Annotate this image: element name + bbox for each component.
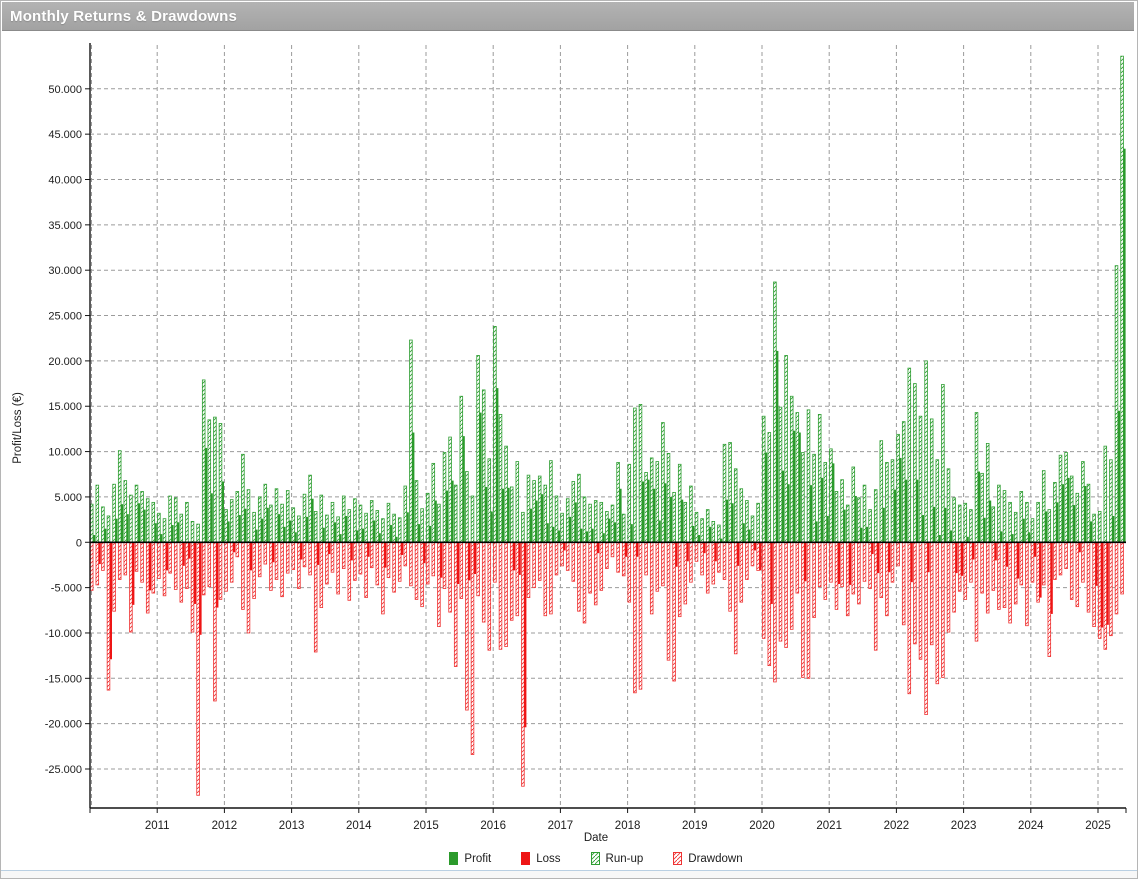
svg-text:0: 0 xyxy=(76,537,82,549)
legend-label-runup: Run-up xyxy=(606,853,644,865)
drawdown-bars xyxy=(90,542,1123,795)
svg-text:-25.000: -25.000 xyxy=(45,764,82,776)
svg-text:-5.000: -5.000 xyxy=(51,583,82,595)
runup-swatch-icon xyxy=(591,852,600,865)
svg-text:2011: 2011 xyxy=(145,820,170,832)
x-tick-labels: 2011 2012 2013 2014 2015 2016 2017 2018 2019 2020… xyxy=(145,820,1111,832)
profit-bars xyxy=(93,149,1126,543)
legend-item-drawdown: Drawdown xyxy=(673,852,742,865)
y-tick-labels: 50.000 45.000 40.000 35.000 30.000 25.000 20.0… xyxy=(45,84,82,776)
svg-text:2019: 2019 xyxy=(682,820,708,832)
svg-text:2022: 2022 xyxy=(884,820,910,832)
vertical-gridlines xyxy=(92,45,1099,808)
svg-text:2015: 2015 xyxy=(413,820,439,832)
drawdown-swatch-icon xyxy=(673,852,682,865)
svg-text:40.000: 40.000 xyxy=(48,175,82,187)
profit-swatch-icon xyxy=(449,852,458,865)
legend-label-drawdown: Drawdown xyxy=(688,853,742,865)
legend: Profit Loss Run-up Drawdown xyxy=(90,852,1102,865)
svg-text:2023: 2023 xyxy=(951,820,977,832)
svg-text:-15.000: -15.000 xyxy=(45,673,82,685)
svg-text:2021: 2021 xyxy=(816,820,842,832)
svg-text:-10.000: -10.000 xyxy=(45,628,82,640)
loss-bars xyxy=(99,542,1109,727)
svg-text:2020: 2020 xyxy=(749,820,775,832)
legend-item-profit: Profit xyxy=(449,852,491,865)
svg-text:-20.000: -20.000 xyxy=(45,719,82,731)
monthly-returns-chart-canvas[interactable]: 50.000 45.000 40.000 35.000 30.000 25.000 20.0… xyxy=(1,1,1138,879)
svg-text:2024: 2024 xyxy=(1018,820,1044,832)
svg-text:2017: 2017 xyxy=(548,820,574,832)
horizontal-gridlines xyxy=(90,89,1126,769)
svg-text:5.000: 5.000 xyxy=(54,492,82,504)
svg-text:50.000: 50.000 xyxy=(48,84,82,96)
svg-text:2012: 2012 xyxy=(212,820,238,832)
svg-text:45.000: 45.000 xyxy=(48,129,82,141)
legend-label-profit: Profit xyxy=(464,853,491,865)
svg-text:10.000: 10.000 xyxy=(48,447,82,459)
legend-label-loss: Loss xyxy=(536,853,560,865)
svg-text:2013: 2013 xyxy=(279,820,305,832)
runup-bars xyxy=(90,56,1123,542)
svg-text:2016: 2016 xyxy=(480,820,506,832)
svg-text:2025: 2025 xyxy=(1085,820,1111,832)
chart-window: Monthly Returns & Drawdowns 50.00045.000… xyxy=(0,0,1138,879)
legend-item-loss: Loss xyxy=(521,852,560,865)
svg-text:35.000: 35.000 xyxy=(48,220,82,232)
svg-text:2018: 2018 xyxy=(615,820,641,832)
svg-text:15.000: 15.000 xyxy=(48,401,82,413)
axes xyxy=(85,43,1126,813)
svg-text:20.000: 20.000 xyxy=(48,356,82,368)
x-axis-title: Date xyxy=(90,832,1102,844)
window-bottom-edge xyxy=(1,870,1137,878)
svg-text:2014: 2014 xyxy=(346,820,372,832)
legend-item-runup: Run-up xyxy=(591,852,644,865)
svg-text:30.000: 30.000 xyxy=(48,265,82,277)
svg-text:25.000: 25.000 xyxy=(48,311,82,323)
loss-swatch-icon xyxy=(521,852,530,865)
